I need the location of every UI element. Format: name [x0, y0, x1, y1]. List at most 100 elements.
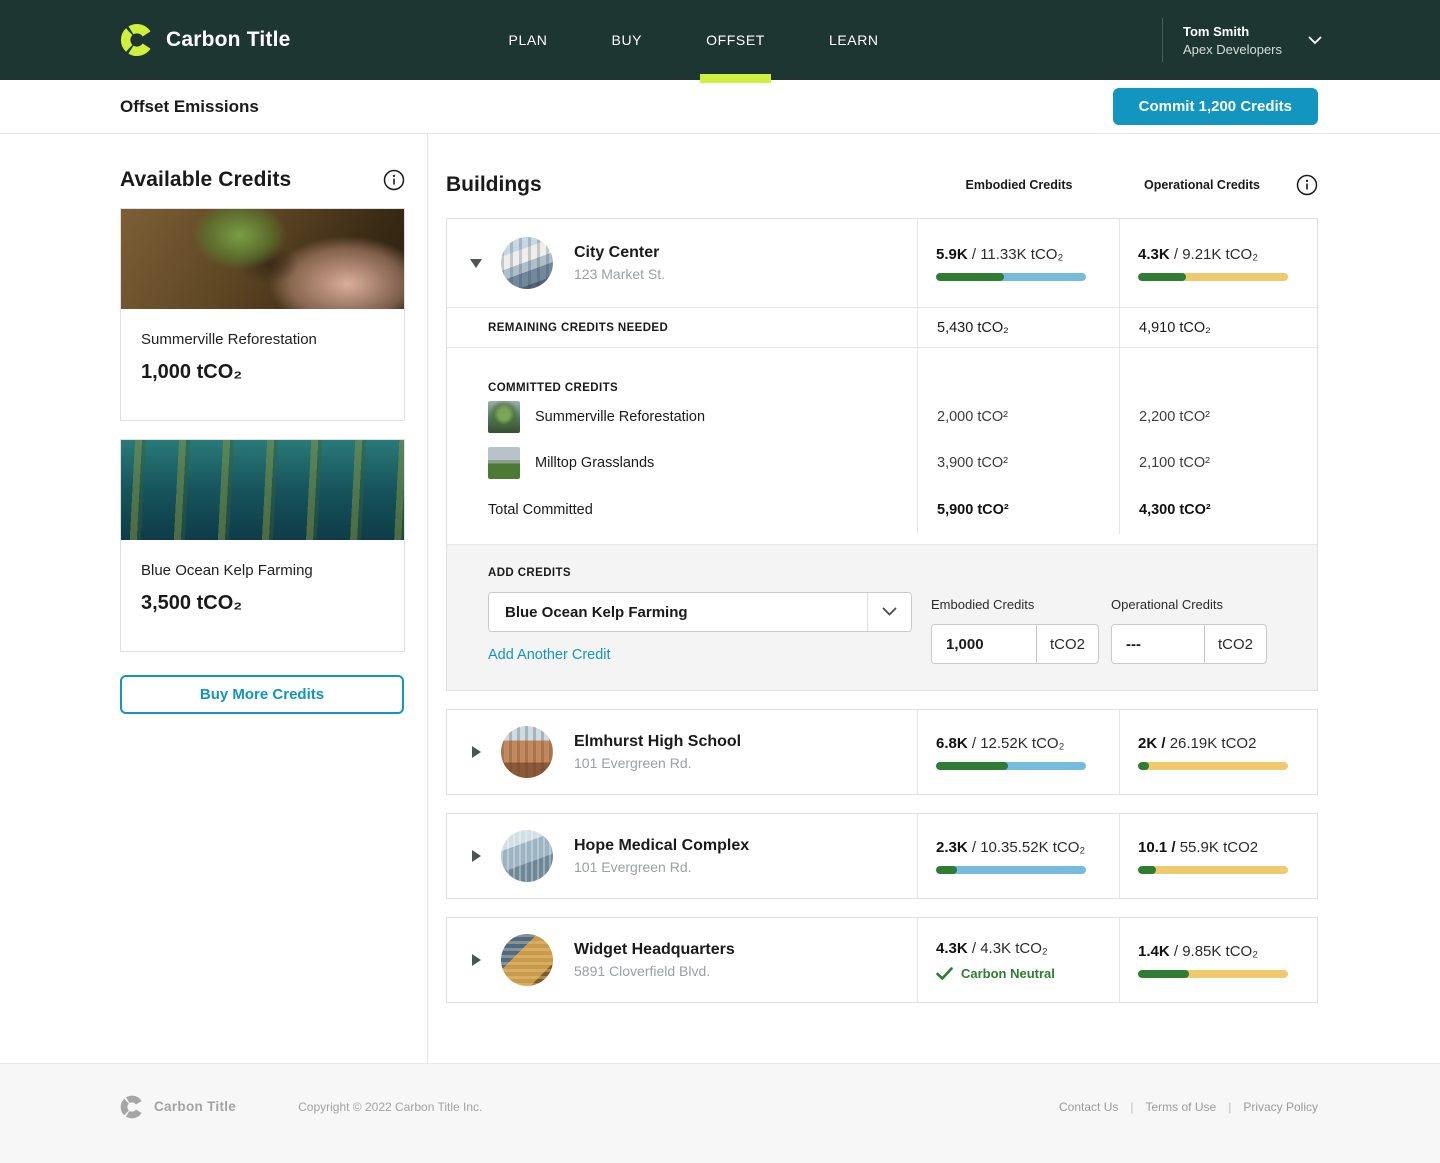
top-navbar: Carbon Title PLAN BUY OFFSET LEARN Tom S… — [0, 0, 1440, 80]
main-nav: PLAN BUY OFFSET LEARN — [509, 0, 879, 80]
credit-card-summerville: Summerville Reforestation 1,000 tCO₂ — [120, 208, 405, 421]
carbon-title-logo-icon — [120, 23, 154, 57]
committed-embodied-value: 3,900 tCO² — [917, 440, 1119, 486]
committed-credits-section: COMMITTED CREDITS Summerville Reforestat… — [447, 347, 1317, 544]
committed-credits-label: COMMITTED CREDITS — [447, 348, 917, 394]
building-row-hope[interactable]: Hope Medical Complex 101 Evergreen Rd. 2… — [447, 814, 1317, 898]
brand-name: Carbon Title — [166, 28, 291, 52]
triangle-right-icon — [472, 850, 481, 862]
seedling-in-hand-photo — [121, 209, 404, 309]
footer-brand-name: Carbon Title — [154, 1099, 236, 1114]
commit-credits-button[interactable]: Commit 1,200 Credits — [1113, 88, 1318, 125]
building-row-elmhurst[interactable]: Elmhurst High School 101 Evergreen Rd. 6… — [447, 710, 1317, 794]
nav-item-learn[interactable]: LEARN — [829, 0, 879, 80]
collapse-toggle[interactable] — [460, 259, 492, 268]
add-credits-label: ADD CREDITS — [488, 567, 1317, 579]
embodied-stat: 4.3K / 4.3K tCO₂ — [936, 940, 1119, 957]
available-credits-sidebar: Available Credits Summerville Reforestat… — [0, 134, 428, 1063]
building-card-widget: Widget Headquarters 5891 Cloverfield Blv… — [446, 917, 1318, 1003]
triangle-down-icon — [470, 259, 482, 268]
operational-credits-input[interactable] — [1112, 625, 1204, 663]
checkmark-icon — [936, 967, 953, 980]
building-card-city-center: City Center 123 Market St. 5.9K / 11.33K… — [446, 218, 1318, 691]
embodied-input-label: Embodied Credits — [931, 597, 1099, 612]
building-row-widget[interactable]: Widget Headquarters 5891 Cloverfield Blv… — [447, 918, 1317, 1002]
committed-credit-row: Milltop Grasslands 3,900 tCO² 2,100 tCO² — [447, 440, 1317, 486]
buy-more-credits-button[interactable]: Buy More Credits — [120, 675, 404, 714]
chevron-down-icon — [867, 593, 911, 631]
footer-link-separator: | — [1130, 1100, 1133, 1114]
underwater-kelp-photo — [121, 440, 404, 540]
copyright-text: Copyright © 2022 Carbon Title Inc. — [298, 1100, 482, 1114]
column-header-operational: Operational Credits — [1120, 178, 1284, 192]
expand-toggle[interactable] — [460, 850, 492, 862]
building-address: 101 Evergreen Rd. — [574, 859, 749, 875]
embodied-stat: 6.8K / 12.52K tCO₂ — [936, 735, 1119, 752]
building-avatar — [501, 726, 553, 778]
operational-progress-bar — [1138, 866, 1288, 874]
operational-progress-bar — [1138, 970, 1288, 978]
credit-select-value: Blue Ocean Kelp Farming — [489, 604, 688, 621]
committed-operational-value: 2,200 tCO² — [1119, 394, 1317, 440]
operational-progress-bar — [1138, 762, 1288, 770]
operational-unit-label: tCO2 — [1204, 625, 1266, 663]
footer-link-separator: | — [1228, 1100, 1231, 1114]
add-another-credit-link[interactable]: Add Another Credit — [488, 647, 611, 663]
brand[interactable]: Carbon Title — [120, 23, 291, 57]
user-menu[interactable]: Tom Smith Apex Developers — [1162, 18, 1322, 62]
operational-stat: 1.4K / 9.85K tCO₂ — [1138, 943, 1317, 960]
page-title: Offset Emissions — [120, 97, 259, 117]
building-avatar — [501, 237, 553, 289]
embodied-stat: 5.9K / 11.33K tCO₂ — [936, 246, 1119, 263]
building-name: Widget Headquarters — [574, 941, 735, 959]
building-address: 5891 Cloverfield Blvd. — [574, 963, 735, 979]
building-card-hope: Hope Medical Complex 101 Evergreen Rd. 2… — [446, 813, 1318, 899]
embodied-credits-input[interactable] — [932, 625, 1036, 663]
building-card-elmhurst: Elmhurst High School 101 Evergreen Rd. 6… — [446, 709, 1318, 795]
carbon-neutral-label: Carbon Neutral — [961, 966, 1055, 981]
user-name: Tom Smith — [1183, 24, 1282, 39]
operational-stat: 4.3K / 9.21K tCO₂ — [1138, 246, 1317, 263]
user-organization: Apex Developers — [1183, 42, 1282, 57]
privacy-policy-link[interactable]: Privacy Policy — [1243, 1100, 1318, 1114]
column-header-embodied: Embodied Credits — [918, 178, 1120, 192]
credit-amount: 3,500 tCO₂ — [141, 592, 384, 615]
expand-toggle[interactable] — [460, 954, 492, 966]
triangle-right-icon — [472, 746, 481, 758]
nav-item-offset[interactable]: OFFSET — [706, 0, 765, 80]
terms-of-use-link[interactable]: Terms of Use — [1146, 1100, 1217, 1114]
page-header: Offset Emissions Commit 1,200 Credits — [0, 80, 1440, 134]
total-committed-label: Total Committed — [447, 486, 917, 534]
building-row-city-center[interactable]: City Center 123 Market St. 5.9K / 11.33K… — [447, 219, 1317, 307]
operational-input-label: Operational Credits — [1111, 597, 1267, 612]
remaining-embodied-value: 5,430 tCO₂ — [917, 308, 1119, 347]
available-credits-title: Available Credits — [120, 168, 291, 192]
credit-name: Summerville Reforestation — [141, 331, 384, 348]
contact-us-link[interactable]: Contact Us — [1059, 1100, 1118, 1114]
building-address: 101 Evergreen Rd. — [574, 755, 741, 771]
buildings-panel: Buildings Embodied Credits Operational C… — [428, 134, 1440, 1063]
committed-credit-name: Milltop Grasslands — [535, 455, 654, 471]
credit-name: Blue Ocean Kelp Farming — [141, 562, 384, 579]
add-credits-section: ADD CREDITS Blue Ocean Kelp Farming Add … — [447, 544, 1317, 690]
expand-toggle[interactable] — [460, 746, 492, 758]
carbon-title-logo-icon-gray — [120, 1095, 144, 1119]
remaining-credits-row: REMAINING CREDITS NEEDED 5,430 tCO₂ 4,91… — [447, 307, 1317, 347]
nav-item-plan[interactable]: PLAN — [509, 0, 548, 80]
embodied-stat: 2.3K / 10.35.52K tCO₂ — [936, 839, 1119, 856]
nav-item-buy[interactable]: BUY — [612, 0, 643, 80]
summerville-thumbnail — [488, 401, 520, 433]
operational-stat: 2K / 26.19K tCO2 — [1138, 735, 1317, 752]
footer-links: Contact Us | Terms of Use | Privacy Poli… — [1059, 1100, 1318, 1114]
credit-card-kelp: Blue Ocean Kelp Farming 3,500 tCO₂ — [120, 439, 405, 652]
available-credits-info-icon[interactable] — [383, 169, 405, 191]
operational-stat: 10.1 / 55.9K tCO2 — [1138, 839, 1317, 856]
committed-embodied-value: 2,000 tCO² — [917, 394, 1119, 440]
buildings-info-icon[interactable] — [1284, 174, 1318, 196]
building-name: Elmhurst High School — [574, 733, 741, 751]
chevron-down-icon — [1308, 36, 1322, 45]
committed-credit-name: Summerville Reforestation — [535, 409, 705, 425]
embodied-progress-bar — [936, 273, 1086, 281]
credit-select[interactable]: Blue Ocean Kelp Farming — [488, 592, 912, 632]
remaining-operational-value: 4,910 tCO₂ — [1119, 308, 1317, 347]
